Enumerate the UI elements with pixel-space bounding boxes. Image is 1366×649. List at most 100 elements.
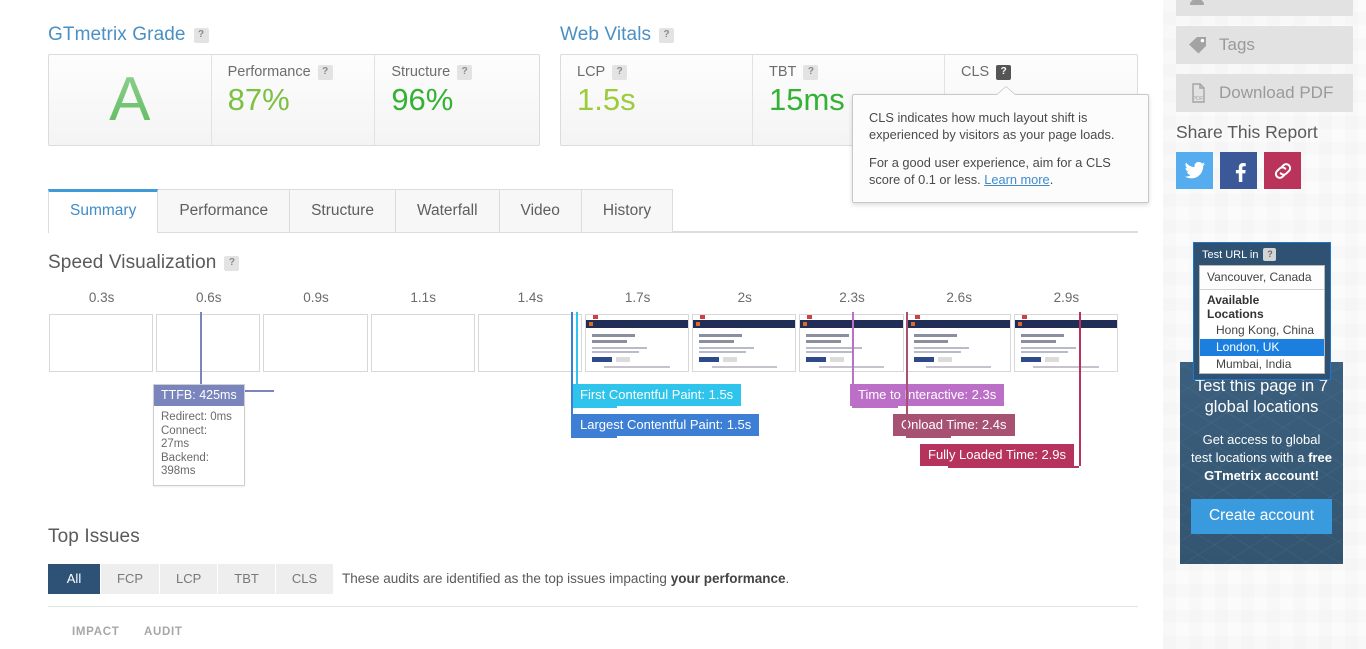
- share-buttons-row: [1176, 152, 1353, 189]
- timeline-tick-8: 2.6s: [946, 290, 972, 305]
- top-issues-note-before: These audits are identified as the top i…: [342, 571, 671, 586]
- filter-tbt[interactable]: TBT: [218, 564, 276, 594]
- twitter-share-button[interactable]: [1176, 152, 1213, 189]
- cls-help-icon[interactable]: ?: [996, 64, 1012, 80]
- cls-tooltip-text-after: .: [1049, 172, 1054, 187]
- tags-button[interactable]: Tags: [1176, 26, 1353, 64]
- top-issues-note-after: .: [785, 571, 790, 586]
- tab-video[interactable]: Video: [498, 189, 582, 232]
- filter-all[interactable]: All: [48, 564, 101, 594]
- lcp-help-icon[interactable]: ?: [612, 64, 628, 80]
- ttfb-redirect-row: Redirect: 0ms: [161, 411, 232, 423]
- learn-more-link[interactable]: Learn more: [984, 172, 1049, 187]
- timeline-badge: Time to Interactive: 2.3s: [850, 384, 1005, 406]
- location-option-hong-kong[interactable]: Hong Kong, China: [1200, 322, 1324, 339]
- tab-history[interactable]: History: [580, 189, 674, 232]
- tab-performance[interactable]: Performance: [157, 189, 291, 232]
- promo-body-before: Get access to global test locations with…: [1191, 432, 1321, 465]
- top-issues-note: These audits are identified as the top i…: [342, 571, 789, 586]
- top-issues-heading: Top Issues: [48, 526, 140, 548]
- performance-help-icon[interactable]: ?: [317, 64, 333, 80]
- web-vitals-help-icon[interactable]: ?: [659, 27, 675, 43]
- global-locations-promo: Test this page in 7 global locations Get…: [1180, 362, 1343, 564]
- filmstrip-frame[interactable]: [156, 314, 261, 372]
- test-location-select[interactable]: Vancouver, Canada Available Locations Ho…: [1199, 265, 1325, 374]
- timeline-tick-2: 0.9s: [303, 290, 329, 305]
- filmstrip-frame[interactable]: [1013, 314, 1118, 372]
- tag-icon: [1188, 36, 1210, 54]
- page-thumbnail: [907, 315, 1010, 371]
- filter-tbt-label: TBT: [234, 571, 259, 586]
- facebook-share-button[interactable]: [1220, 152, 1257, 189]
- test-location-current-value[interactable]: Vancouver, Canada: [1200, 266, 1324, 290]
- filter-fcp[interactable]: FCP: [101, 564, 160, 594]
- gtmetrix-grade-title: GTmetrix Grade: [48, 24, 186, 45]
- timeline-elbow: [906, 436, 951, 438]
- filmstrip-frame[interactable]: [692, 314, 797, 372]
- filter-cls-label: CLS: [291, 571, 318, 586]
- tab-summary[interactable]: Summary: [48, 189, 159, 233]
- page-thumbnail: [1014, 315, 1117, 371]
- tooltip-arrow-icon: [997, 87, 1015, 95]
- link-share-button[interactable]: [1264, 152, 1301, 189]
- promo-heading: Test this page in 7 global locations: [1195, 377, 1328, 416]
- ttfb-popup: TTFB: 425ms Redirect: 0ms Connect: 27ms …: [153, 384, 245, 486]
- download-pdf-button[interactable]: PDF Download PDF: [1176, 74, 1353, 112]
- timeline-marker: [1079, 312, 1082, 466]
- sidebar-inner: Tags PDF Download PDF Share This Report: [1163, 0, 1366, 189]
- structure-help-icon[interactable]: ?: [457, 64, 473, 80]
- tbt-label: TBT: [769, 64, 797, 80]
- top-issues-filters: All FCP LCP TBT CLS: [48, 564, 335, 594]
- test-location-help-icon[interactable]: ?: [1263, 248, 1277, 261]
- ttfb-breakdown: Redirect: 0ms Connect: 27ms Backend: 398…: [154, 406, 244, 485]
- timeline-tick-labels: 0.3s 0.6s 0.9s 1.1s 1.4s 1.7s 2s 2.3s 2.6s 2.9s: [48, 290, 1120, 312]
- download-pdf-label: Download PDF: [1219, 83, 1334, 102]
- column-header-audit: AUDIT: [144, 626, 183, 638]
- overall-grade-cell: A: [49, 55, 212, 145]
- tab-performance-label: Performance: [179, 202, 269, 219]
- page-thumbnail: [586, 315, 689, 371]
- gtmetrix-grade-card: A Performance ? 87% Structure ? 96%: [48, 54, 540, 146]
- filmstrip-frame[interactable]: [477, 314, 582, 372]
- filter-cls[interactable]: CLS: [275, 564, 335, 594]
- filmstrip-frame[interactable]: [585, 314, 690, 372]
- column-header-impact: IMPACT: [72, 626, 120, 638]
- filmstrip-frame[interactable]: [370, 314, 475, 372]
- overall-grade-value: A: [109, 65, 151, 134]
- tab-history-label: History: [602, 202, 652, 219]
- timeline-elbow: [852, 406, 899, 408]
- tab-waterfall[interactable]: Waterfall: [394, 189, 500, 232]
- filter-all-label: All: [66, 571, 82, 586]
- timeline-tick-3: 1.1s: [410, 290, 436, 305]
- filmstrip-frame[interactable]: [263, 314, 368, 372]
- share-this-report-title: Share This Report: [1176, 122, 1318, 142]
- lcp-label: LCP: [577, 64, 606, 80]
- tab-video-label: Video: [520, 202, 560, 219]
- performance-label: Performance: [227, 64, 311, 80]
- filmstrip-frame[interactable]: [906, 314, 1011, 372]
- sidebar-button-partial[interactable]: [1176, 0, 1353, 16]
- cls-tooltip-paragraph-1: CLS indicates how much layout shift is e…: [869, 110, 1115, 142]
- ttfb-title: TTFB: 425ms: [154, 385, 244, 406]
- user-icon: [1188, 0, 1210, 6]
- gtmetrix-grade-heading: GTmetrix Grade ?: [48, 24, 540, 46]
- top-issues-title: Top Issues: [48, 526, 140, 547]
- test-location-picker: Test URL in ? Vancouver, Canada Availabl…: [1193, 242, 1331, 380]
- gtmetrix-grade-help-icon[interactable]: ?: [193, 27, 209, 43]
- structure-label-row: Structure ?: [391, 64, 523, 80]
- tbt-help-icon[interactable]: ?: [803, 64, 819, 80]
- filmstrip-frame[interactable]: [49, 314, 154, 372]
- filter-lcp[interactable]: LCP: [160, 564, 219, 594]
- top-issues-note-bold: your performance: [670, 571, 786, 586]
- tab-structure[interactable]: Structure: [289, 189, 396, 232]
- location-option-london[interactable]: London, UK: [1200, 339, 1324, 356]
- cls-label: CLS: [961, 64, 990, 80]
- test-location-title-row: Test URL in ?: [1199, 247, 1325, 265]
- speed-visualization-help-icon[interactable]: ?: [224, 255, 240, 271]
- timeline-elbow: [571, 406, 618, 408]
- create-account-button[interactable]: Create account: [1191, 499, 1332, 534]
- timeline-elbow: [948, 466, 1080, 468]
- location-option-mumbai[interactable]: Mumbai, India: [1200, 356, 1324, 373]
- performance-score-cell: Performance ? 87%: [212, 55, 376, 145]
